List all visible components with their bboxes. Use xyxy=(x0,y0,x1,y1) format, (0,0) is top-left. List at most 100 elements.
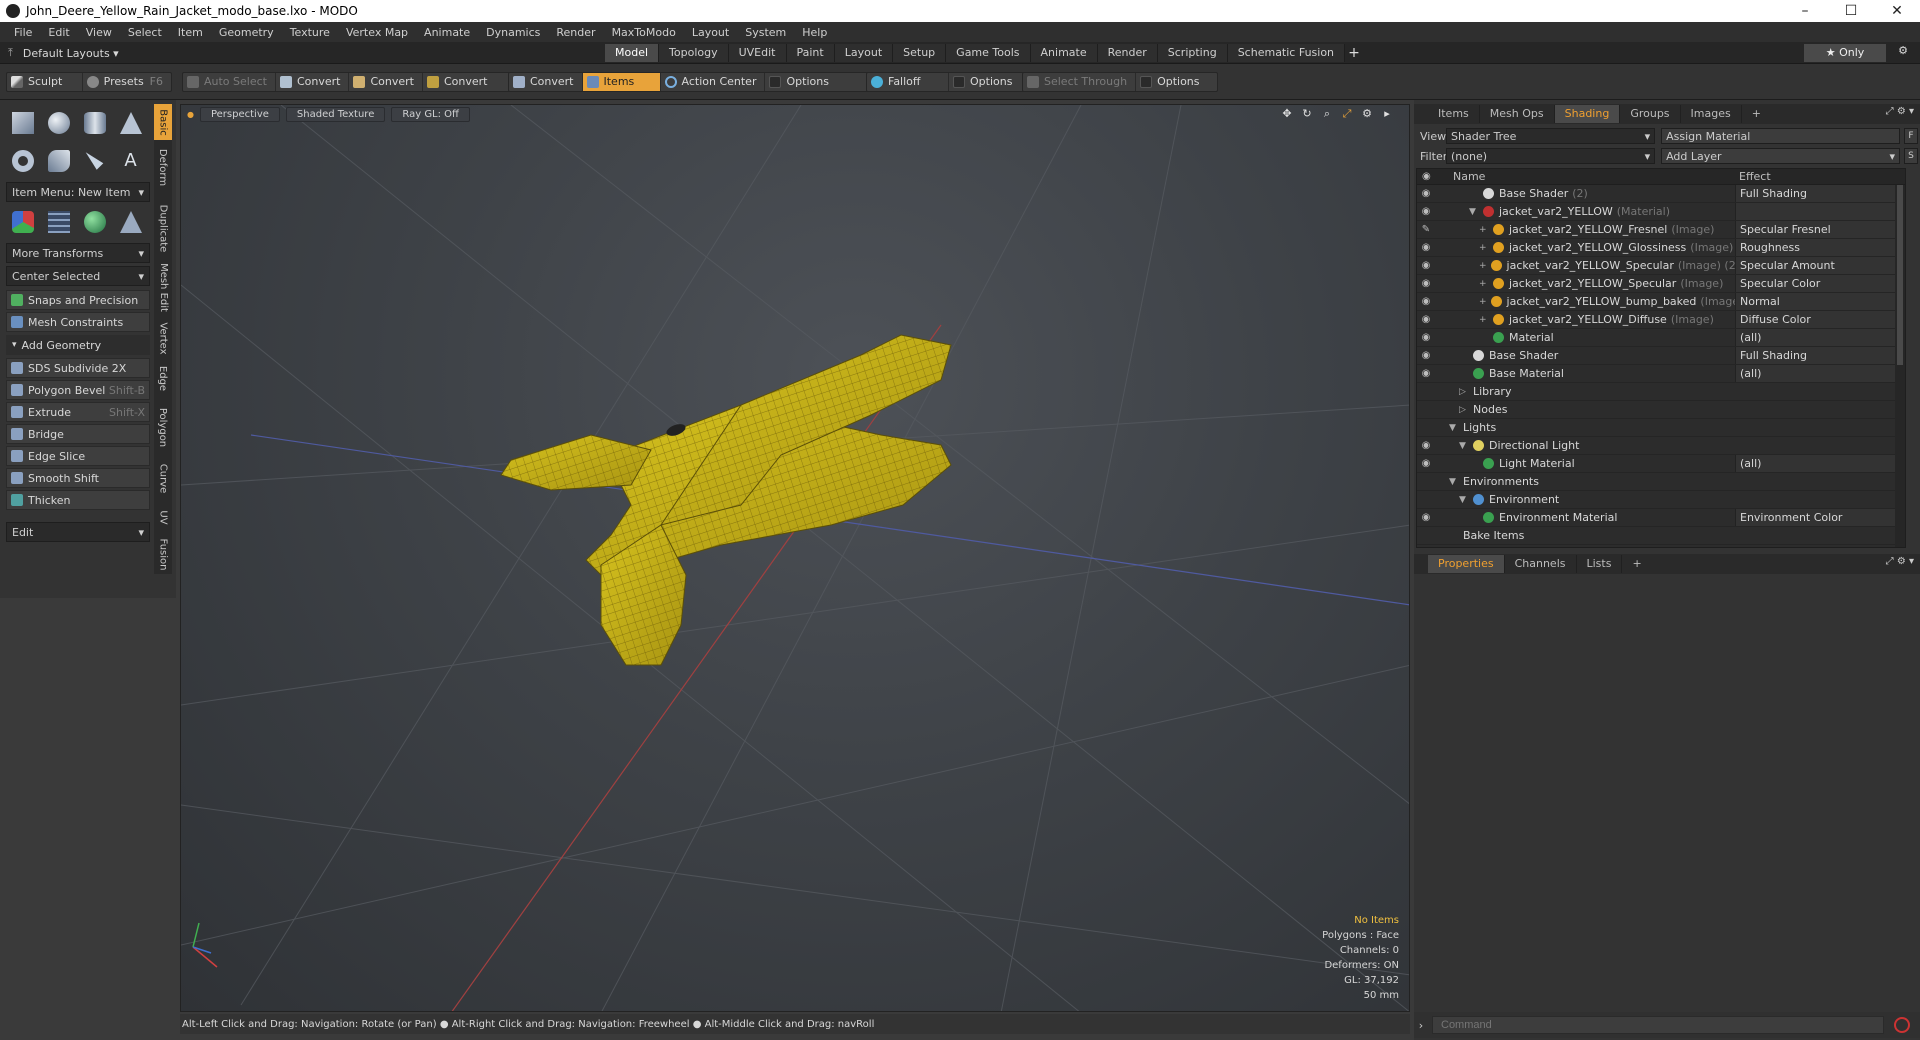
filter-select[interactable]: (none) ▾ xyxy=(1446,148,1656,164)
tab-layout[interactable]: Layout xyxy=(834,44,894,62)
menu-vertex-map[interactable]: Vertex Map xyxy=(338,26,416,39)
expand-toggle-icon[interactable]: ▼ xyxy=(1449,423,1459,433)
visibility-toggle-icon[interactable]: ◉ xyxy=(1417,296,1435,307)
convert-edge-button[interactable]: Convert xyxy=(349,73,423,91)
shader-tree-row[interactable]: ◉Base Shader(2)Full Shading▼ xyxy=(1417,185,1905,203)
snaps-precision-button[interactable]: Snaps and Precision xyxy=(6,290,150,310)
perspective-button[interactable]: Perspective xyxy=(199,106,280,122)
expand-toggle-icon[interactable]: + xyxy=(1479,279,1489,289)
tab-setup[interactable]: Setup xyxy=(893,44,947,62)
menu-texture[interactable]: Texture xyxy=(282,26,338,39)
tab-groups[interactable]: Groups xyxy=(1620,105,1681,123)
shader-tree-row[interactable]: Bake Items xyxy=(1417,527,1905,545)
vtab-uv[interactable]: UV xyxy=(154,504,172,530)
rotate-view-icon[interactable]: ↻ xyxy=(1299,107,1315,121)
vtab-edge[interactable]: Edge xyxy=(154,362,172,394)
grid-icon[interactable] xyxy=(42,205,75,239)
center-selected-dropdown[interactable]: Center Selected ▾ xyxy=(6,266,150,286)
command-input[interactable] xyxy=(1432,1016,1884,1034)
move-view-icon[interactable]: ✥ xyxy=(1279,107,1295,121)
add-layer-hotkey-button[interactable]: S xyxy=(1904,148,1918,164)
layout-picker[interactable]: ⤒ Default Layouts ▾ xyxy=(8,45,119,61)
pen-icon[interactable] xyxy=(78,144,111,178)
visibility-toggle-icon[interactable]: ◉ xyxy=(1417,440,1435,451)
shader-tree-row[interactable]: ▼ Lights xyxy=(1417,419,1905,437)
add-tab-button[interactable]: + xyxy=(1345,44,1363,62)
expand-toggle-icon[interactable]: + xyxy=(1479,297,1487,307)
only-button[interactable]: ★ Only xyxy=(1804,44,1886,62)
add-panel-tab-button[interactable]: + xyxy=(1742,105,1771,123)
tab-images[interactable]: Images xyxy=(1681,105,1742,123)
menu-dynamics[interactable]: Dynamics xyxy=(478,26,548,39)
effect-dropdown[interactable]: Specular Amount▼ xyxy=(1735,257,1905,274)
visibility-toggle-icon[interactable]: ✎ xyxy=(1417,224,1435,235)
cone-icon[interactable] xyxy=(114,106,147,140)
globe-icon[interactable] xyxy=(78,205,111,239)
effect-dropdown[interactable]: (all)▼ xyxy=(1735,365,1905,382)
extrude-button[interactable]: Extrude Shift-X xyxy=(6,402,150,422)
visibility-toggle-icon[interactable]: ◉ xyxy=(1417,314,1435,325)
menu-system[interactable]: System xyxy=(737,26,794,39)
3d-viewport[interactable]: ● Perspective Shaded Texture Ray GL: Off… xyxy=(180,104,1410,1012)
shader-tree-row[interactable]: ◉ + jacket_var2_YELLOW_Specular (Image) Spec… xyxy=(1417,275,1905,293)
shader-tree-row[interactable]: ◉ ▼ jacket_var2_YELLOW(Material) ▼ xyxy=(1417,203,1905,221)
tab-animate[interactable]: Animate xyxy=(1030,44,1098,62)
bridge-button[interactable]: Bridge xyxy=(6,424,150,444)
shader-tree-row[interactable]: ◉ Environment Material Environment Color▼ xyxy=(1417,509,1905,527)
expand-toggle-icon[interactable]: + xyxy=(1479,315,1489,325)
tube-icon[interactable] xyxy=(42,144,75,178)
tab-topology[interactable]: Topology xyxy=(659,44,729,62)
tab-mesh-ops[interactable]: Mesh Ops xyxy=(1480,105,1555,123)
visibility-toggle-icon[interactable]: ◉ xyxy=(1417,242,1435,253)
tab-schematic-fusion[interactable]: Schematic Fusion xyxy=(1227,44,1346,62)
fit-view-icon[interactable]: ⤢ xyxy=(1339,107,1355,121)
shader-tree-row[interactable]: ▼ Environments xyxy=(1417,473,1905,491)
add-layer-dropdown[interactable]: Add Layer ▾ xyxy=(1661,148,1901,164)
add-properties-tab-button[interactable]: + xyxy=(1622,555,1651,573)
presets-button[interactable]: Presets F6 xyxy=(83,73,171,91)
edge-slice-button[interactable]: Edge Slice xyxy=(6,446,150,466)
vtab-mesh-edit[interactable]: Mesh Edit xyxy=(154,260,172,314)
name-column-header[interactable]: Name xyxy=(1417,170,1735,183)
menu-view[interactable]: View xyxy=(78,26,120,39)
visibility-toggle-icon[interactable]: ◉ xyxy=(1417,368,1435,379)
shader-tree-row[interactable]: ▼ Environment xyxy=(1417,491,1905,509)
menu-render[interactable]: Render xyxy=(548,26,603,39)
visibility-toggle-icon[interactable]: ◉ xyxy=(1417,206,1435,217)
expand-toggle-icon[interactable]: ▼ xyxy=(1459,441,1469,451)
effect-dropdown[interactable]: Environment Color▼ xyxy=(1735,509,1905,526)
vtab-fusion[interactable]: Fusion xyxy=(154,536,172,572)
menu-item[interactable]: Item xyxy=(170,26,211,39)
shader-tree-row[interactable]: ✎ + jacket_var2_YELLOW_Fresnel (Image) Specu… xyxy=(1417,221,1905,239)
minimize-button[interactable]: – xyxy=(1782,0,1828,22)
expand-toggle-icon[interactable]: + xyxy=(1479,261,1487,271)
tab-shading[interactable]: Shading xyxy=(1554,105,1621,123)
convert-items-button[interactable]: Convert xyxy=(509,73,583,91)
visibility-toggle-icon[interactable]: ◉ xyxy=(1417,512,1435,523)
tab-model[interactable]: Model xyxy=(605,44,660,62)
sculpt-button[interactable]: Sculpt xyxy=(7,73,83,91)
tab-scripting[interactable]: Scripting xyxy=(1157,44,1228,62)
effect-dropdown[interactable]: Specular Color▼ xyxy=(1735,275,1905,292)
menu-maxtomodo[interactable]: MaxToModo xyxy=(604,26,684,39)
viewport-menu-dot[interactable]: ● xyxy=(187,110,194,119)
record-macro-icon[interactable] xyxy=(1894,1017,1910,1033)
sphere-icon[interactable] xyxy=(42,106,75,140)
torus-icon[interactable] xyxy=(6,144,39,178)
edit-dropdown[interactable]: Edit ▾ xyxy=(6,522,150,542)
menu-edit[interactable]: Edit xyxy=(40,26,77,39)
tab-uvedit[interactable]: UVEdit xyxy=(728,44,787,62)
menu-geometry[interactable]: Geometry xyxy=(211,26,282,39)
falloff-options-button[interactable]: Options xyxy=(949,73,1020,91)
shader-tree-row[interactable]: ◉ Base Shader Full Shading▼ xyxy=(1417,347,1905,365)
properties-settings-icon[interactable]: ⤢ ⚙ ▾ xyxy=(1886,556,1914,567)
item-menu-dropdown[interactable]: Item Menu: New Item ▾ xyxy=(6,182,150,202)
vtab-duplicate[interactable]: Duplicate xyxy=(154,200,172,256)
shader-tree-row[interactable]: ◉+jacket_var2_YELLOW_bump_baked(Image)No… xyxy=(1417,293,1905,311)
menu-layout[interactable]: Layout xyxy=(684,26,737,39)
tab-paint[interactable]: Paint xyxy=(786,44,835,62)
jacket-model[interactable] xyxy=(500,334,952,666)
effect-column-header[interactable]: Effect xyxy=(1735,170,1771,183)
vtab-deform[interactable]: Deform xyxy=(154,144,172,190)
viewport-expand-icon[interactable]: ▸ xyxy=(1379,107,1395,121)
